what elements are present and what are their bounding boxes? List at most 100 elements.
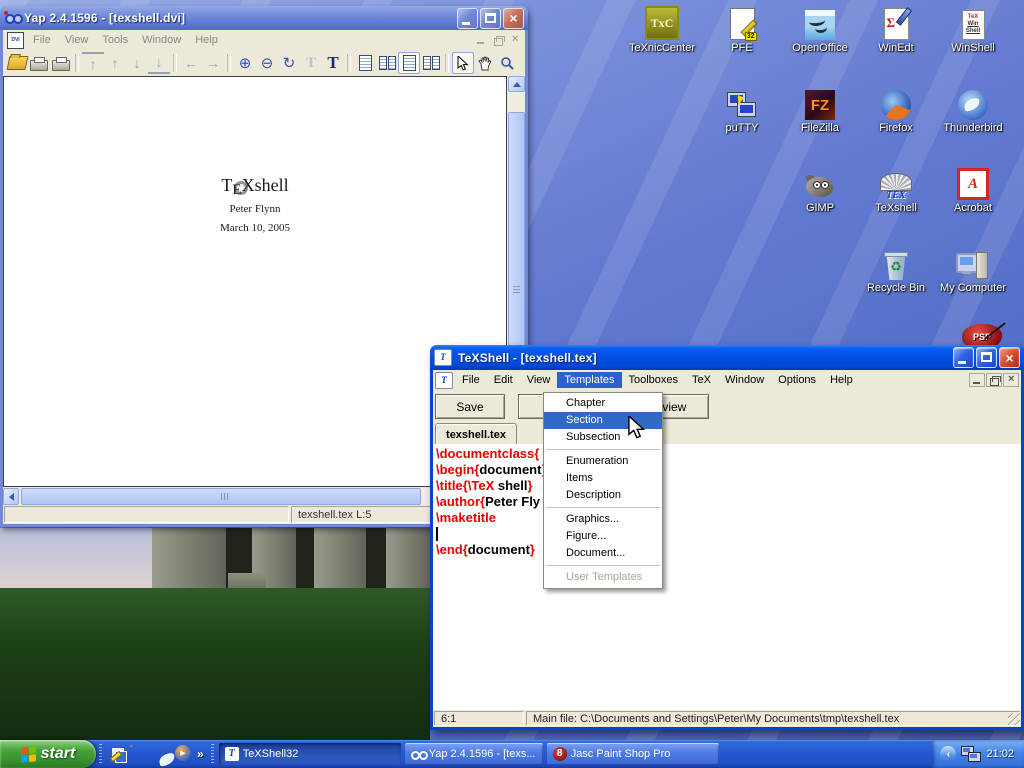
desktop-icon-putty[interactable]: puTTY [704, 84, 780, 134]
magnifier-tool-icon[interactable] [496, 52, 518, 74]
previous-page-icon[interactable]: ↑ [104, 52, 126, 74]
last-page-icon[interactable]: ↓ [148, 52, 170, 74]
desktop-icon-acrobat[interactable]: A Acrobat [935, 164, 1011, 214]
yap-menu-view[interactable]: View [58, 32, 96, 48]
desktop-icon-winedt[interactable]: Σ WinEdt [858, 4, 934, 54]
media-player-quicklaunch-icon[interactable]: ▶ [175, 745, 193, 763]
menu-item-document[interactable]: Document... [544, 545, 662, 562]
pan-tool-icon[interactable] [474, 52, 496, 74]
next-page-icon[interactable]: ↓ [126, 52, 148, 74]
desktop-icon-pfe[interactable]: 32 PFE [704, 4, 780, 54]
save-button[interactable]: Save [435, 394, 505, 419]
menu-edit[interactable]: Edit [487, 372, 520, 388]
dvi-document-icon: DVI [7, 32, 24, 49]
yap-toolbar: ↑ ↑ ↓ ↓ ← → ⊕ ⊖ ↻ T T [3, 50, 525, 77]
resize-grip[interactable] [1008, 713, 1020, 725]
desktop-icon-winshell[interactable]: TeX Win Shell WinShell [935, 4, 1011, 54]
yap-menu-help[interactable]: Help [188, 32, 225, 48]
scroll-up-icon[interactable] [508, 76, 525, 92]
mdi-restore-icon[interactable] [986, 373, 1002, 387]
zoom-out-icon[interactable]: ⊖ [256, 52, 278, 74]
menu-templates[interactable]: Templates [557, 372, 621, 388]
redraw-icon[interactable]: ↻ [278, 52, 300, 74]
dvi-date: March 10, 2005 [4, 222, 506, 234]
yap-menu-file[interactable]: File [26, 32, 58, 48]
tray-collapse-chevron-icon[interactable]: ‹ [940, 746, 956, 762]
menu-item-description[interactable]: Description [544, 487, 662, 504]
taskband-handle[interactable] [211, 744, 214, 764]
print-icon[interactable] [28, 52, 50, 74]
mdi-close-icon[interactable] [507, 33, 523, 47]
menu-tex[interactable]: TeX [685, 372, 718, 388]
menu-item-graphics[interactable]: Graphics... [544, 511, 662, 528]
yap-titlebar[interactable]: Yap 2.4.1596 - [texshell.dvi] × [0, 6, 528, 30]
mdi-minimize-icon[interactable] [969, 373, 985, 387]
menu-item-user-templates[interactable]: User Templates [544, 569, 662, 586]
desktop-icon-paint-shop-pro-partial[interactable]: PSP [952, 322, 1012, 346]
zoom-in-icon[interactable]: ⊕ [234, 52, 256, 74]
yap-menu-window[interactable]: Window [135, 32, 188, 48]
scroll-left-icon[interactable] [3, 488, 19, 505]
desktop-icon-gimp[interactable]: GIMP [782, 164, 858, 214]
desktop-icon-thunderbird[interactable]: Thunderbird [935, 84, 1011, 134]
yap-close-button[interactable]: × [503, 8, 524, 29]
texshell-titlebar[interactable]: T TeXShell - [texshell.tex] × [430, 345, 1024, 370]
texshell-maximize-button[interactable] [976, 347, 997, 368]
desktop-icon-firefox[interactable]: Firefox [858, 84, 934, 134]
quick-launch-handle[interactable] [99, 744, 102, 764]
facing-pages-view-icon[interactable] [376, 52, 398, 74]
start-button[interactable]: start [0, 740, 96, 768]
mdi-close-icon[interactable] [1003, 373, 1019, 387]
yap-menu-tools[interactable]: Tools [95, 32, 135, 48]
back-icon[interactable]: ← [180, 52, 202, 74]
first-page-icon[interactable]: ↑ [82, 52, 104, 74]
desktop-icon-my-computer[interactable]: My Computer [935, 244, 1011, 294]
yap-menubar: DVI File View Tools Window Help [3, 30, 525, 50]
taskbar-button-paint-shop-pro[interactable]: 8 Jasc Paint Shop Pro [547, 743, 719, 765]
single-page-view-icon[interactable] [354, 52, 376, 74]
yap-minimize-button[interactable] [457, 8, 478, 29]
desktop-icon-recycle-bin[interactable]: ♻ Recycle Bin [858, 244, 934, 294]
print-range-icon[interactable] [50, 52, 72, 74]
thunderbird-quicklaunch-icon[interactable] [153, 745, 171, 763]
menu-item-items[interactable]: Items [544, 470, 662, 487]
taskbar-button-texshell[interactable]: T TeXShell32 [219, 743, 401, 765]
recycle-bin-icon: ♻ [858, 244, 934, 280]
show-desktop-icon[interactable] [109, 745, 127, 763]
horizontal-scroll-thumb[interactable] [21, 488, 421, 505]
ruler-tool-icon[interactable]: T [300, 52, 322, 74]
desktop-icon-openoffice[interactable]: OpenOffice [782, 4, 858, 54]
menu-window[interactable]: Window [718, 372, 771, 388]
menu-file[interactable]: File [455, 372, 487, 388]
menu-item-enumeration[interactable]: Enumeration [544, 453, 662, 470]
texshell-icon: TEX [858, 164, 934, 200]
continuous-view-icon[interactable] [398, 52, 420, 74]
mdi-restore-icon[interactable] [490, 33, 506, 47]
firefox-quicklaunch-icon[interactable] [131, 745, 149, 763]
tab-texshell-tex[interactable]: texshell.tex [435, 423, 517, 445]
putty-icon [704, 84, 780, 120]
texshell-minimize-button[interactable] [953, 347, 974, 368]
network-status-icon[interactable] [961, 746, 981, 762]
menu-item-figure[interactable]: Figure... [544, 528, 662, 545]
continuous-facing-view-icon[interactable] [420, 52, 442, 74]
texshell-close-button[interactable]: × [999, 347, 1020, 368]
menu-item-chapter[interactable]: Chapter [544, 395, 662, 412]
menu-view[interactable]: View [520, 372, 558, 388]
taskbar-button-yap[interactable]: Yap 2.4.1596 - [texs... [405, 743, 543, 765]
code-editor[interactable]: \documentclass{ \begin{document} \title{… [433, 444, 1021, 710]
forward-icon[interactable]: → [202, 52, 224, 74]
menu-options[interactable]: Options [771, 372, 823, 388]
select-tool-icon[interactable] [452, 52, 474, 74]
open-file-icon[interactable] [6, 52, 28, 74]
desktop-icon-filezilla[interactable]: FZ FileZilla [782, 84, 858, 134]
yap-maximize-button[interactable] [480, 8, 501, 29]
menu-help[interactable]: Help [823, 372, 860, 388]
mdi-minimize-icon[interactable] [473, 33, 489, 47]
quick-launch-overflow-chevron[interactable]: » [197, 747, 204, 761]
desktop-icon-texniccenter[interactable]: TxC TeXnicCenter [624, 4, 700, 54]
menu-toolboxes[interactable]: Toolboxes [622, 372, 686, 388]
desktop-icon-texshell[interactable]: TEX TeXshell [858, 164, 934, 214]
taskbar-clock[interactable]: 21:02 [986, 748, 1014, 760]
text-tool-icon[interactable]: T [322, 52, 344, 74]
